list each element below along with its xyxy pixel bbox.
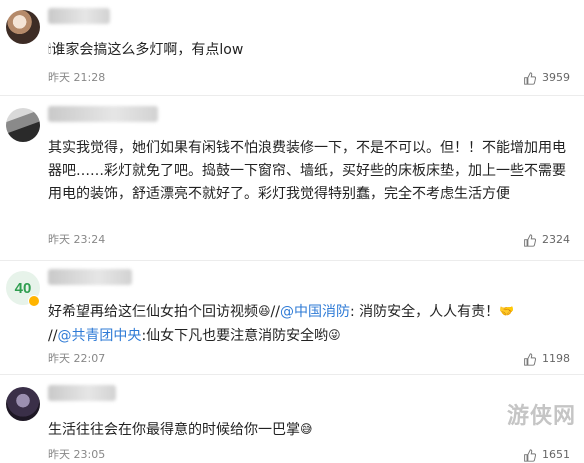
- comment-text: 生活往往会在你最得意的时候给你一巴掌😅: [48, 418, 576, 442]
- comment-time: 昨天 21:28: [48, 71, 106, 84]
- username[interactable]: [48, 106, 158, 122]
- thumbs-up-icon: [523, 352, 536, 366]
- username[interactable]: [48, 269, 132, 285]
- comment-time: 昨天 22:07: [48, 352, 106, 365]
- verified-badge-icon: [28, 295, 40, 307]
- wink-emoji-icon: 😜: [328, 328, 341, 342]
- site-watermark: 游侠网: [506, 404, 576, 429]
- thumbs-up-icon: [523, 71, 536, 85]
- comment-item: 40 好希望再给这仨仙女拍个回访视频😆//@中国消防: 消防安全，人人有责！🤝 …: [0, 261, 584, 373]
- mention-link[interactable]: @中国消防: [280, 304, 350, 320]
- like-count: 2324: [542, 233, 570, 246]
- sweat-smile-emoji-icon: 😅: [300, 422, 313, 436]
- comment-item: 🕯谁家会搞这么多灯啊，有点low 昨天 21:28 3959: [0, 0, 584, 94]
- mention-link[interactable]: @共青团中央: [57, 328, 141, 344]
- avatar-badge: 40: [14, 279, 32, 297]
- handshake-emoji-icon: 🤝: [499, 304, 515, 318]
- avatar[interactable]: [6, 387, 40, 421]
- comment-text: 好希望再给这仨仙女拍个回访视频😆//@中国消防: 消防安全，人人有责！🤝 //@…: [48, 300, 576, 348]
- like-button[interactable]: 2324: [523, 232, 570, 248]
- like-button[interactable]: 1651: [523, 447, 570, 463]
- thumbs-up-icon: [523, 448, 536, 462]
- comment-text: 🕯谁家会搞这么多灯啊，有点low: [48, 38, 576, 62]
- grinning-emoji-icon: 😆: [258, 304, 271, 318]
- comment-time: 昨天 23:05: [48, 448, 106, 461]
- comment-item: 其实我觉得，她们如果有闲钱不怕浪费装修一下，不是不可以。但！！不能增加用电器吧……: [0, 96, 584, 258]
- like-count: 1198: [542, 352, 570, 365]
- comment-text: 其实我觉得，她们如果有闲钱不怕浪费装修一下，不是不可以。但！！不能增加用电器吧……: [48, 140, 566, 202]
- comment-time: 昨天 23:24: [48, 233, 106, 246]
- thumbs-up-icon: [523, 233, 536, 247]
- username[interactable]: [48, 8, 110, 24]
- comment-item: 生活往往会在你最得意的时候给你一巴掌😅 昨天 23:05 1651: [0, 375, 584, 463]
- username[interactable]: [48, 385, 116, 401]
- like-button[interactable]: 3959: [523, 70, 570, 86]
- like-count: 1651: [542, 448, 570, 461]
- avatar[interactable]: [6, 10, 40, 44]
- like-button[interactable]: 1198: [523, 351, 570, 367]
- avatar[interactable]: [6, 108, 40, 142]
- like-count: 3959: [542, 71, 570, 84]
